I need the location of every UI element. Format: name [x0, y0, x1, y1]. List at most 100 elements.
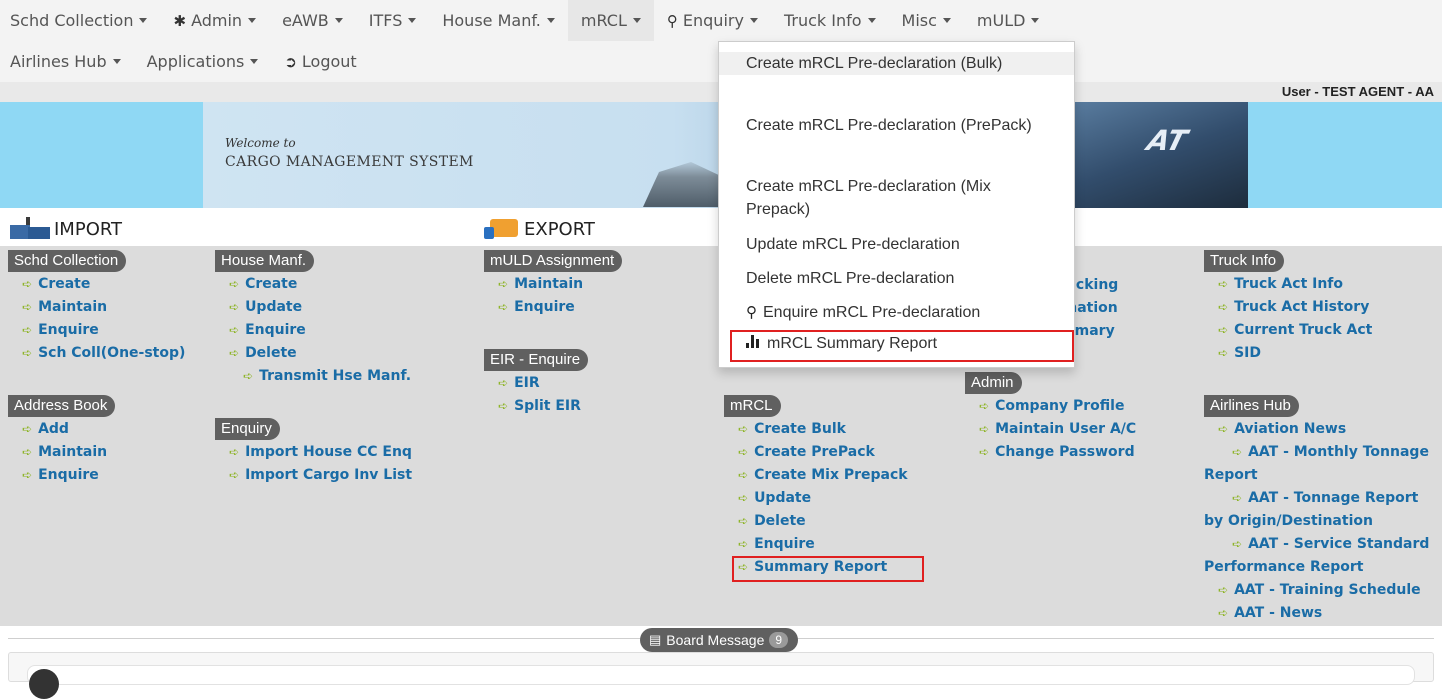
- group-title: Schd Collection: [8, 250, 127, 272]
- menu-create-bulk[interactable]: Create mRCL Pre-declaration (Bulk): [719, 52, 1074, 75]
- link-truck-act-history[interactable]: ➪ Truck Act History: [1204, 296, 1372, 319]
- summary-report-menu-highlight: [730, 330, 1074, 362]
- nav-itfs[interactable]: ITFS: [356, 0, 430, 41]
- link-sid[interactable]: ➪ SID: [1204, 342, 1372, 365]
- group-truck-info: Truck Info ➪ Truck Act Info ➪ Truck Act Hi…: [1204, 250, 1372, 365]
- nav-enquiry[interactable]: ⚲ Enquiry: [654, 0, 771, 41]
- menu-delete[interactable]: Delete mRCL Pre-declaration: [719, 267, 1074, 290]
- menu-update[interactable]: Update mRCL Pre-declaration: [719, 233, 1074, 256]
- link-label: Current Truck Act: [1234, 322, 1373, 338]
- menu-create-mix-prepack[interactable]: Create mRCL Pre-declaration (Mix Prepack…: [719, 175, 1074, 221]
- board-message-toggle[interactable]: ▤ Board Message 9: [640, 628, 799, 652]
- arrow-right-icon: ➪: [1218, 277, 1229, 291]
- link-maintain[interactable]: ➪ Maintain: [8, 441, 115, 464]
- navbar-row-2: Airlines Hub Applications ➲ Logout: [0, 41, 370, 82]
- arrow-right-icon: ➪: [1232, 491, 1243, 505]
- link-enquire[interactable]: ➪ Enquire: [724, 533, 908, 556]
- link-label: Create: [38, 276, 91, 292]
- link-label: Enquire: [754, 536, 815, 552]
- link-maintain[interactable]: ➪ Maintain: [8, 296, 185, 319]
- nav-truck-info[interactable]: Truck Info: [771, 0, 889, 41]
- nav-muld[interactable]: mULD: [964, 0, 1053, 41]
- link-label: Split EIR: [514, 398, 581, 414]
- nav-logout[interactable]: ➲ Logout: [271, 41, 369, 82]
- caret-down-icon: [1031, 18, 1040, 23]
- group-address-book: Address Book ➪ Add ➪ Maintain ➪ Enquire: [8, 395, 116, 487]
- nav-schd-collection[interactable]: Schd Collection: [0, 0, 160, 41]
- link-maintain-user-ac[interactable]: ➪ Maintain User A/C: [965, 418, 1136, 441]
- nav-house-manf[interactable]: House Manf.: [429, 0, 568, 41]
- menu-create-prepack[interactable]: Create mRCL Pre-declaration (PrePack): [719, 114, 1074, 137]
- link-split-eir[interactable]: ➪ Split EIR: [484, 395, 588, 418]
- link-label: Truck Act Info: [1234, 276, 1344, 292]
- arrow-right-icon: ➪: [229, 300, 240, 314]
- link-label: Maintain: [514, 276, 584, 292]
- nav-label: Applications: [146, 52, 245, 71]
- nav-admin[interactable]: ✱ Admin: [160, 0, 269, 41]
- link-transmit-hse-manf[interactable]: ➪ Transmit Hse Manf.: [215, 365, 411, 388]
- link-delete[interactable]: ➪ Delete: [724, 510, 908, 533]
- link-maintain[interactable]: ➪ Maintain: [484, 273, 622, 296]
- link-company-profile[interactable]: ➪ Company Profile: [965, 395, 1136, 418]
- link-create[interactable]: ➪ Create: [8, 273, 185, 296]
- link-import-cargo-inv-list[interactable]: ➪ Import Cargo Inv List: [215, 464, 412, 487]
- menu-enquire[interactable]: ⚲ Enquire mRCL Pre-declaration: [719, 301, 1074, 324]
- arrow-right-icon: ➪: [22, 422, 33, 436]
- link-delete[interactable]: ➪ Delete: [215, 342, 411, 365]
- group-title: mULD Assignment: [484, 250, 623, 272]
- nav-misc[interactable]: Misc: [889, 0, 964, 41]
- truck-icon: [484, 217, 518, 241]
- link-label: Enquire: [38, 467, 99, 483]
- nav-label: Misc: [901, 11, 937, 30]
- nav-label: Airlines Hub: [10, 52, 107, 71]
- arrow-right-icon: ➪: [1218, 606, 1229, 620]
- link-tonnage-report-origin-destination[interactable]: ➪ AAT - Tonnage Report by Origin/Destinat…: [1204, 487, 1442, 533]
- link-truck-act-info[interactable]: ➪ Truck Act Info: [1204, 273, 1372, 296]
- link-aat-news[interactable]: ➪ AAT - News: [1204, 602, 1442, 625]
- link-create[interactable]: ➪ Create: [215, 273, 411, 296]
- caret-down-icon: [749, 18, 758, 23]
- menu-item-label: Delete mRCL Pre-declaration: [746, 270, 955, 287]
- arrow-right-icon: ➪: [243, 369, 254, 383]
- link-aviation-news[interactable]: ➪ Aviation News: [1204, 418, 1442, 441]
- caret-down-icon: [942, 18, 951, 23]
- list-icon: ▤: [649, 632, 662, 647]
- arrow-right-icon: ➪: [979, 399, 990, 413]
- nav-mrcl[interactable]: mRCL: [567, 0, 654, 41]
- link-enquire[interactable]: ➪ Enquire: [484, 296, 622, 319]
- link-label: Add: [38, 421, 69, 437]
- nav-eawb[interactable]: eAWB: [269, 0, 356, 41]
- link-enquire[interactable]: ➪ Enquire: [8, 464, 115, 487]
- link-sch-coll-one-stop[interactable]: ➪ Sch Coll(One-stop): [8, 342, 185, 365]
- link-create-mix-prepack[interactable]: ➪ Create Mix Prepack: [724, 464, 908, 487]
- group-title: EIR - Enquire: [484, 349, 589, 371]
- link-change-password[interactable]: ➪ Change Password: [965, 441, 1136, 464]
- link-create-bulk[interactable]: ➪ Create Bulk: [724, 418, 908, 441]
- nav-applications[interactable]: Applications: [134, 41, 272, 82]
- arrow-right-icon: ➪: [22, 445, 33, 459]
- link-add[interactable]: ➪ Add: [8, 418, 115, 441]
- board-label: Board Message: [666, 632, 765, 648]
- link-enquire[interactable]: ➪ Enquire: [215, 319, 411, 342]
- arrow-right-icon: ➪: [22, 323, 33, 337]
- link-label: Transmit Hse Manf.: [259, 368, 412, 384]
- link-create-prepack[interactable]: ➪ Create PrePack: [724, 441, 908, 464]
- arrow-right-icon: ➪: [498, 277, 509, 291]
- link-import-house-cc-enq[interactable]: ➪ Import House CC Enq: [215, 441, 412, 464]
- link-update[interactable]: ➪ Update: [724, 487, 908, 510]
- link-enquire[interactable]: ➪ Enquire: [8, 319, 185, 342]
- nav-label: Admin: [191, 11, 243, 30]
- link-monthly-tonnage-report[interactable]: ➪ AAT - Monthly Tonnage Report: [1204, 441, 1442, 487]
- search-icon: ⚲: [746, 304, 757, 321]
- caret-down-icon: [632, 18, 641, 23]
- link-update[interactable]: ➪ Update: [215, 296, 411, 319]
- arrow-right-icon: ➪: [738, 491, 749, 505]
- group-schd-collection: Schd Collection ➪ Create ➪ Maintain ➪ Enqui…: [8, 250, 185, 365]
- link-service-standard-performance-report[interactable]: ➪ AAT - Service Standard Performance Repo…: [1204, 533, 1442, 579]
- link-current-truck-act[interactable]: ➪ Current Truck Act: [1204, 319, 1372, 342]
- nav-airlines-hub[interactable]: Airlines Hub: [0, 41, 134, 82]
- group-mrcl: mRCL ➪ Create Bulk ➪ Create PrePack ➪ Creat…: [724, 395, 908, 579]
- link-training-schedule[interactable]: ➪ AAT - Training Schedule: [1204, 579, 1442, 602]
- menu-item-label: Create mRCL Pre-declaration (Bulk): [746, 55, 1003, 72]
- link-eir[interactable]: ➪ EIR: [484, 372, 588, 395]
